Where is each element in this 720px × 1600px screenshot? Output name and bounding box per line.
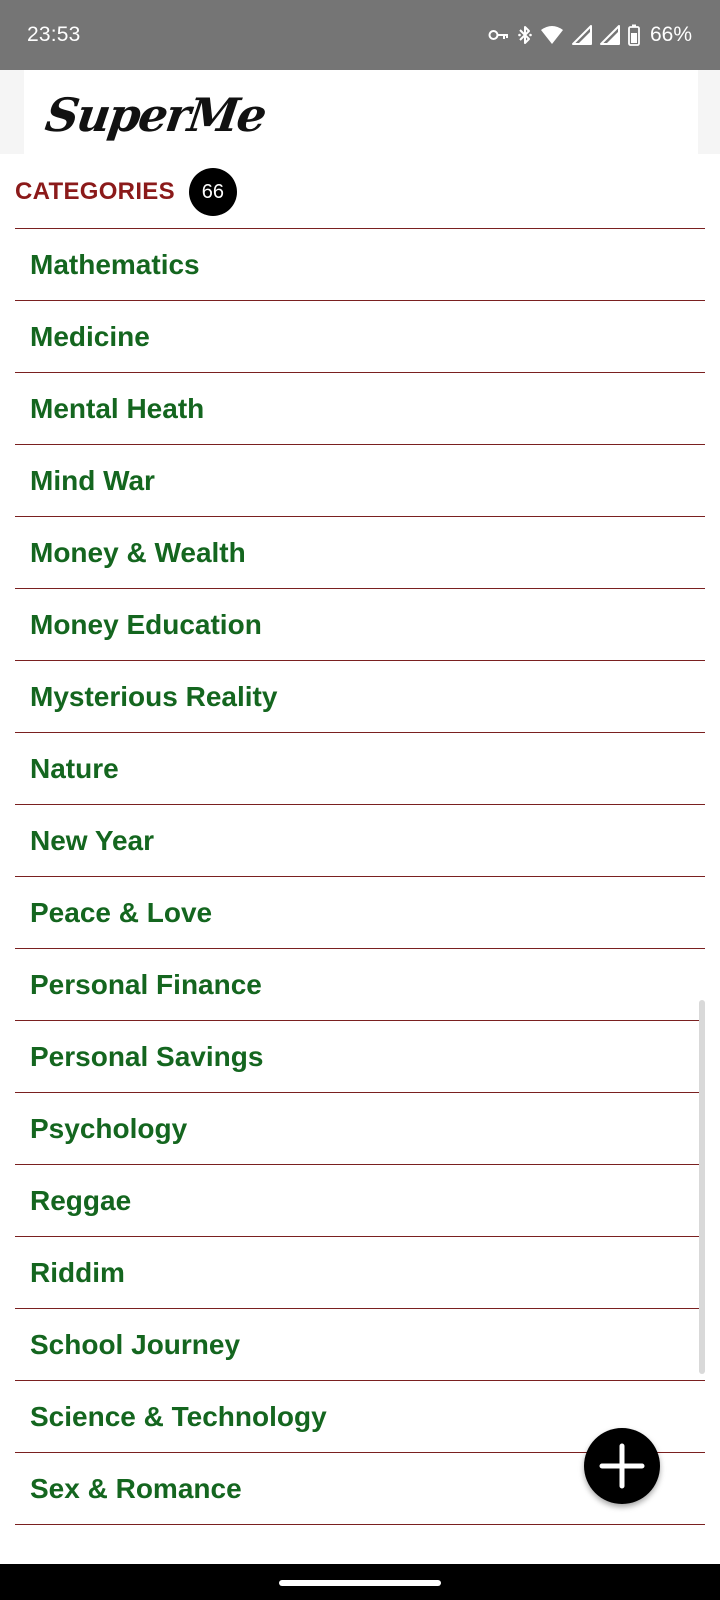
- category-item-personal-finance[interactable]: Personal Finance: [15, 949, 705, 1021]
- battery-icon: [628, 24, 640, 46]
- category-list: Mathematics Medicine Mental Heath Mind W…: [15, 228, 705, 1525]
- category-item-psychology[interactable]: Psychology: [15, 1093, 705, 1165]
- plus-icon: [599, 1443, 645, 1489]
- category-item-medicine[interactable]: Medicine: [15, 301, 705, 373]
- categories-count-badge: 66: [188, 168, 237, 216]
- category-item-nature[interactable]: Nature: [15, 733, 705, 805]
- bluetooth-icon: [518, 24, 532, 46]
- category-item-new-year[interactable]: New Year: [15, 805, 705, 877]
- app-header: SuperMe: [0, 70, 720, 154]
- category-item-riddim[interactable]: Riddim: [15, 1237, 705, 1309]
- category-item-mysterious-reality[interactable]: Mysterious Reality: [15, 661, 705, 733]
- category-item-money-wealth[interactable]: Money & Wealth: [15, 517, 705, 589]
- battery-percent: 66%: [649, 23, 692, 46]
- category-item-peace-love[interactable]: Peace & Love: [15, 877, 705, 949]
- app-logo[interactable]: SuperMe: [42, 88, 268, 142]
- signal-icon: [599, 25, 620, 45]
- screen: 23:53 66% SuperMe CATEGORIES 66 Mathemat…: [0, 0, 720, 1600]
- wifi-icon: [540, 25, 564, 45]
- add-button[interactable]: [584, 1428, 660, 1504]
- navigation-bar: [0, 1564, 720, 1600]
- categories-heading: CATEGORIES 66: [15, 168, 237, 216]
- status-time: 23:53: [27, 23, 81, 46]
- status-icons: 66%: [488, 23, 692, 47]
- category-item-school-journey[interactable]: School Journey: [15, 1309, 705, 1381]
- home-gesture-handle[interactable]: [279, 1580, 441, 1586]
- header-card: SuperMe: [24, 70, 698, 154]
- vpn-key-icon: [488, 28, 510, 42]
- category-item-mathematics[interactable]: Mathematics: [15, 229, 705, 301]
- category-item-money-education[interactable]: Money Education: [15, 589, 705, 661]
- category-item-mental-heath[interactable]: Mental Heath: [15, 373, 705, 445]
- signal-icon: [571, 25, 592, 45]
- status-bar: 23:53 66%: [0, 0, 720, 70]
- scrollbar-thumb[interactable]: [699, 1000, 705, 1374]
- category-item-mind-war[interactable]: Mind War: [15, 445, 705, 517]
- categories-title: CATEGORIES: [15, 178, 175, 205]
- category-item-personal-savings[interactable]: Personal Savings: [15, 1021, 705, 1093]
- category-item-reggae[interactable]: Reggae: [15, 1165, 705, 1237]
